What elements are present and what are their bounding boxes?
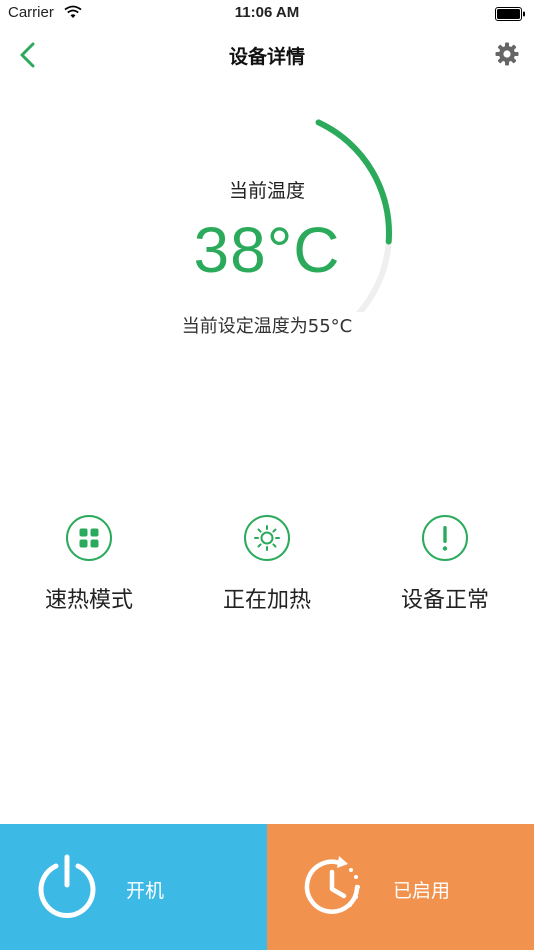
settings-button[interactable] xyxy=(494,41,520,67)
power-icon xyxy=(38,854,96,919)
power-button-label: 开机 xyxy=(126,880,165,902)
status-fast-heat-mode: 速热模式 xyxy=(0,514,178,614)
timer-icon xyxy=(304,856,360,914)
nav-bar: 设备详情 xyxy=(0,28,534,82)
status-label: 正在加热 xyxy=(222,588,311,613)
current-temperature-value: 38°C xyxy=(193,214,341,286)
status-device-normal: 设备正常 xyxy=(356,514,534,614)
exclamation-icon xyxy=(422,515,468,561)
gear-icon xyxy=(495,42,519,66)
timer-button-label: 已启用 xyxy=(393,880,451,902)
page-title: 设备详情 xyxy=(228,46,305,68)
power-button[interactable]: 开机 xyxy=(0,824,267,950)
timer-button[interactable]: 已启用 xyxy=(267,824,534,950)
battery-icon xyxy=(495,7,525,21)
current-temperature-label: 当前温度 xyxy=(228,180,305,202)
status-bar: Carrier 11:06 AM xyxy=(0,0,534,28)
bottom-action-bar: 开机 已启用 xyxy=(0,824,534,950)
status-label: 速热模式 xyxy=(44,588,133,613)
status-time: 11:06 AM xyxy=(234,4,300,21)
grid-icon xyxy=(66,515,112,561)
status-heating: 正在加热 xyxy=(178,514,356,614)
setpoint-temperature-text: 当前设定温度为55°C xyxy=(181,316,353,337)
status-label: 设备正常 xyxy=(400,588,489,613)
sun-icon xyxy=(244,515,290,561)
